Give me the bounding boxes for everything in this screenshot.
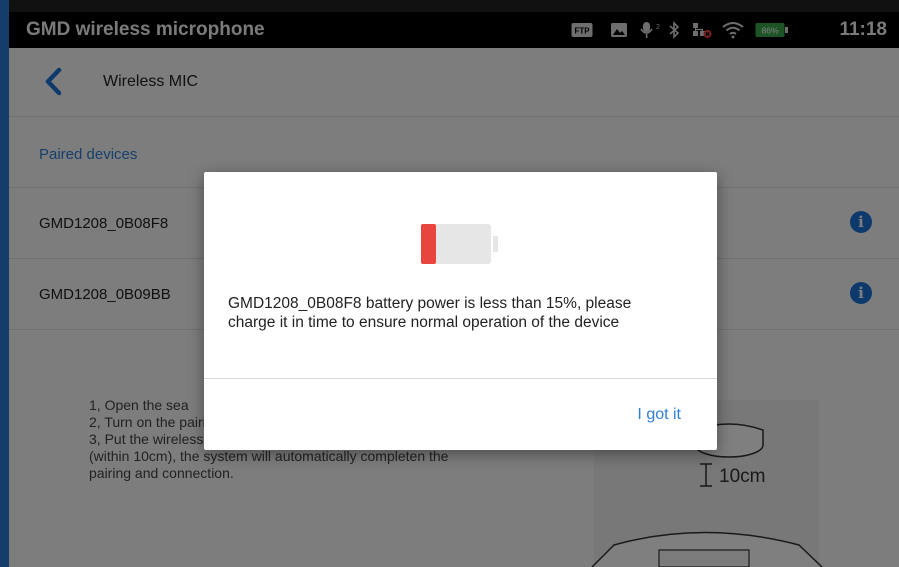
- dialog-message-line: GMD1208_0B08F8 battery power is less tha…: [228, 295, 632, 312]
- dialog-message-line: charge it in time to ensure normal opera…: [228, 314, 620, 331]
- got-it-button[interactable]: I got it: [637, 406, 681, 424]
- device-screen: GMD wireless microphone FTP 2 86% 11:18: [0, 0, 899, 567]
- dialog-divider: [204, 378, 717, 379]
- low-battery-icon: [421, 224, 498, 264]
- low-battery-dialog: GMD1208_0B08F8 battery power is less tha…: [204, 172, 717, 450]
- dialog-message: GMD1208_0B08F8 battery power is less tha…: [228, 294, 698, 332]
